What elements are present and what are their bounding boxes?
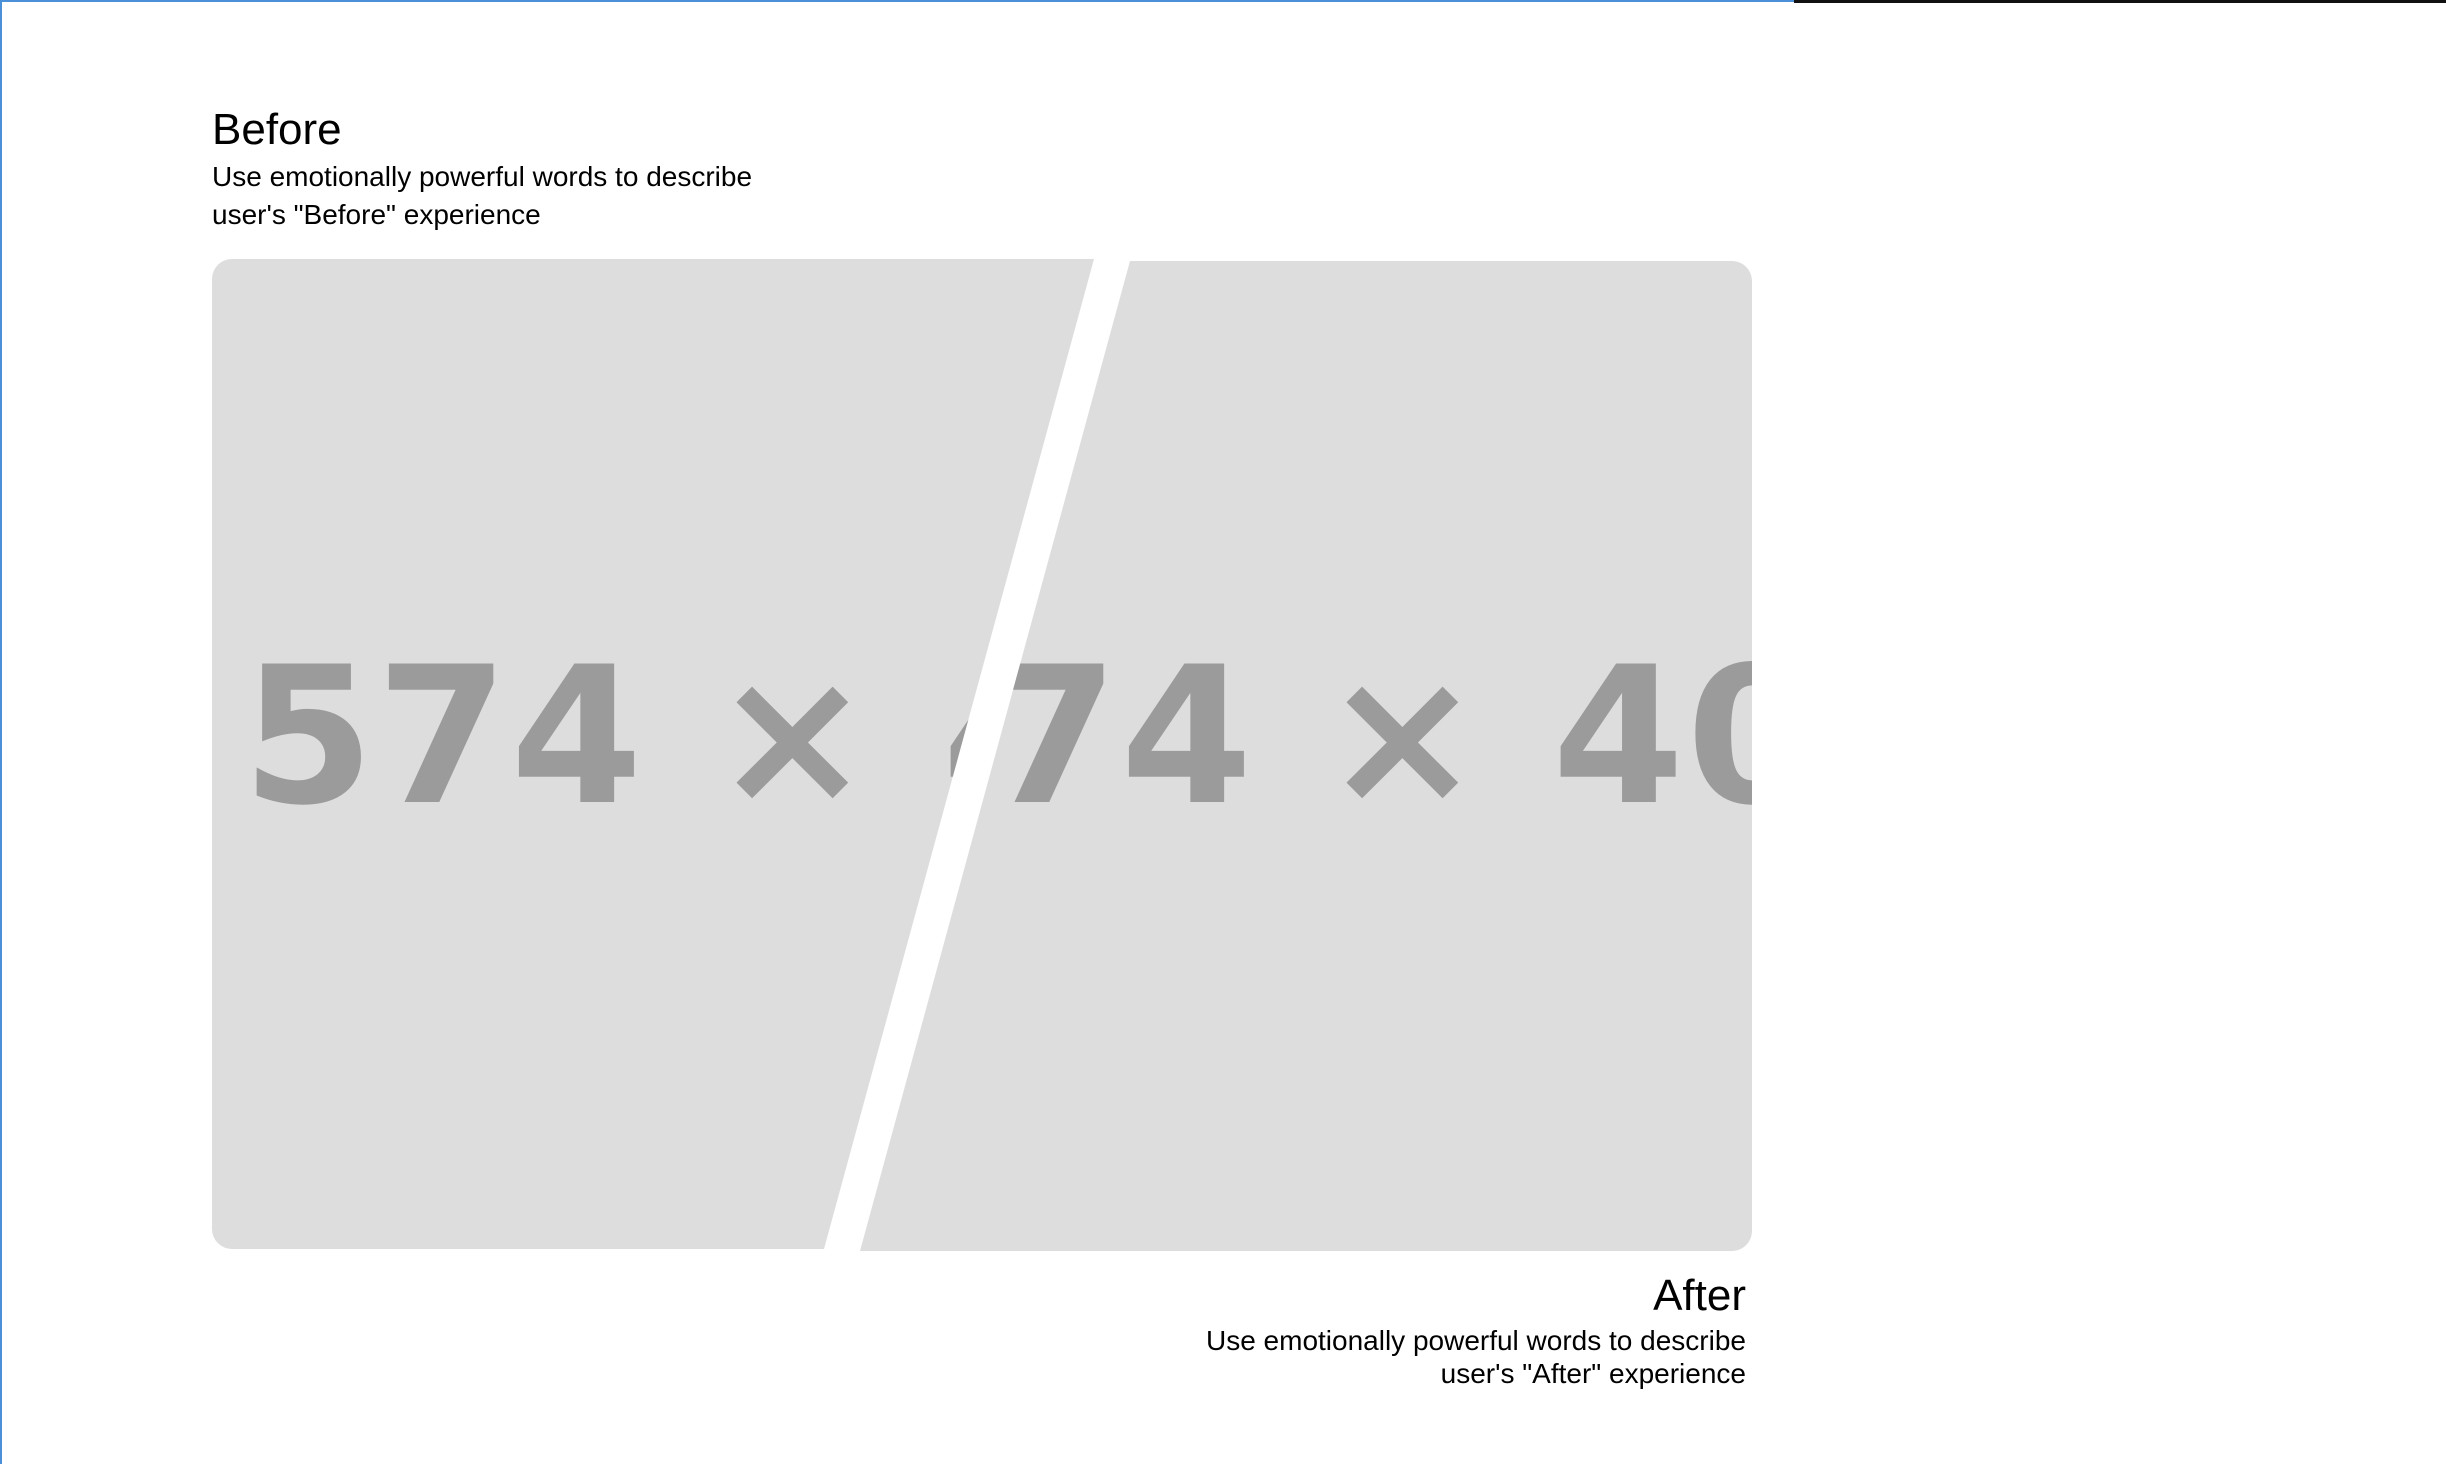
- before-title: Before: [212, 105, 342, 154]
- before-description-line-1: Use emotionally powerful words to descri…: [212, 161, 753, 192]
- before-heading-block: Before Use emotionally powerful words to…: [212, 102, 912, 234]
- before-after-comparison: 574 × 408 574 × 408: [212, 259, 1752, 1251]
- frame-border-top: [0, 0, 1794, 2]
- after-title: After: [1653, 1271, 1746, 1320]
- page: Before Use emotionally powerful words to…: [0, 0, 2446, 1464]
- before-description-line-2: user's "Before" experience: [212, 199, 541, 230]
- after-heading-block: After Use emotionally powerful words to …: [1046, 1268, 1746, 1390]
- frame-border-top-dark: [1794, 0, 2446, 3]
- after-image-dimensions: 574 × 408: [852, 626, 1752, 847]
- after-description-line-1: Use emotionally powerful words to descri…: [1205, 1325, 1746, 1356]
- after-description-line-2: user's "After" experience: [1440, 1358, 1746, 1389]
- frame-border-left: [0, 0, 2, 1464]
